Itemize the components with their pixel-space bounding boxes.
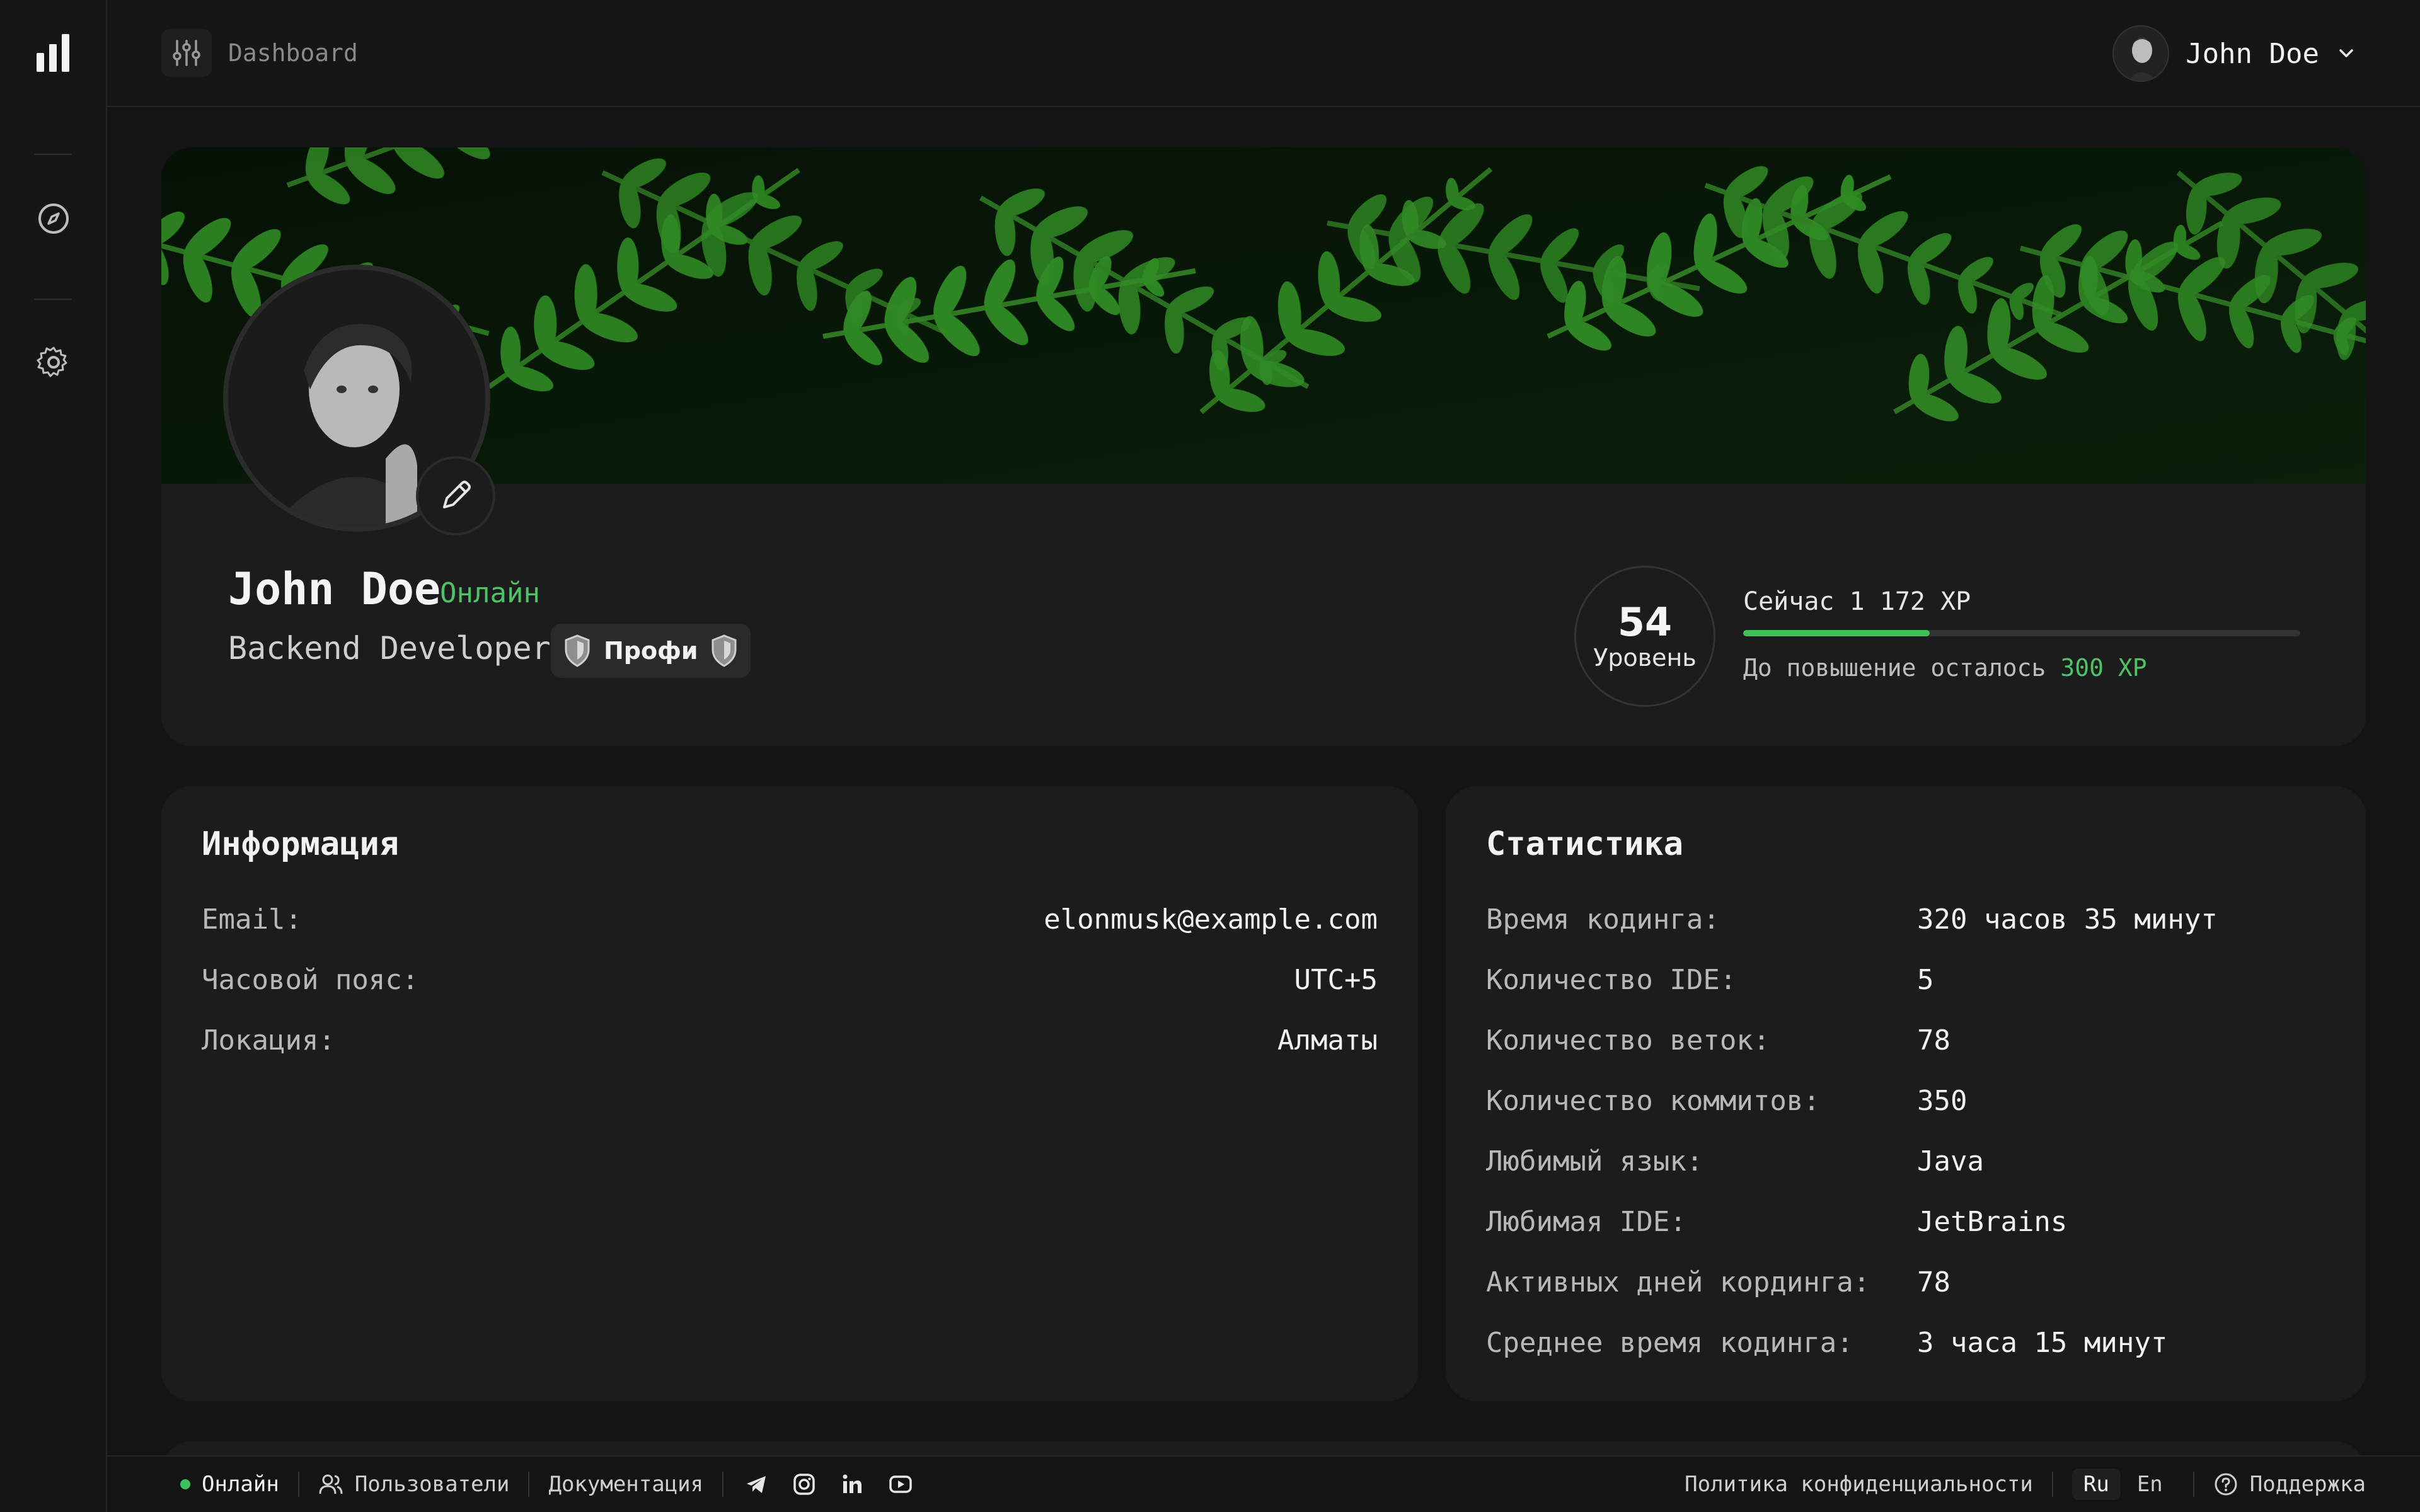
language-switcher: Ru En bbox=[2053, 1469, 2193, 1500]
stats-row: Активных дней кординга: 78 bbox=[1486, 1266, 1950, 1304]
shield-icon bbox=[565, 634, 590, 667]
sidebar-divider bbox=[35, 154, 71, 155]
info-value: UTC+5 bbox=[1294, 964, 1378, 996]
stats-title: Статистика bbox=[1486, 825, 1684, 863]
users-icon bbox=[319, 1474, 343, 1494]
xp-remaining: До повышение осталось 300 XP bbox=[1743, 654, 2147, 682]
stats-value: JetBrains bbox=[1917, 1206, 2068, 1238]
xp-progress-bar bbox=[1743, 630, 2300, 636]
stats-label: Любимая IDE: bbox=[1486, 1206, 1686, 1238]
xp-current: Сейчас 1 172 XP bbox=[1743, 587, 1971, 616]
profile-card: John Doe Онлайн Backend Developer Профи … bbox=[161, 147, 2366, 746]
info-label: Email: bbox=[202, 903, 302, 936]
stats-row: Среднее время кодинга: 3 часа 15 минут bbox=[1486, 1327, 2167, 1365]
stats-label: Количество веток: bbox=[1486, 1024, 1770, 1057]
sidebar bbox=[0, 0, 107, 1512]
stats-value: 5 bbox=[1917, 964, 1934, 996]
stats-label: Среднее время кодинга: bbox=[1486, 1327, 1853, 1359]
telegram-icon[interactable] bbox=[745, 1473, 768, 1496]
shield-icon bbox=[712, 634, 737, 667]
user-menu[interactable]: John Doe bbox=[2112, 25, 2357, 82]
chevron-down-icon bbox=[2339, 49, 2353, 57]
compass-icon[interactable] bbox=[37, 202, 71, 236]
users-label: Пользователи bbox=[354, 1472, 510, 1497]
stats-row: Любимая IDE: JetBrains bbox=[1486, 1206, 2067, 1244]
xp-remaining-value: 300 XP bbox=[2060, 654, 2147, 682]
profile-role: Backend Developer bbox=[228, 630, 551, 667]
online-dot bbox=[180, 1479, 190, 1489]
youtube-icon[interactable] bbox=[889, 1473, 913, 1496]
online-label: Онлайн bbox=[202, 1472, 279, 1497]
user-name: John Doe bbox=[2186, 37, 2319, 70]
info-row-location: Локация: Алматы bbox=[202, 1024, 1378, 1062]
stats-value: Java bbox=[1917, 1145, 1984, 1177]
sidebar-divider bbox=[35, 299, 71, 300]
topbar: Dashboard John Doe bbox=[107, 0, 2420, 107]
linkedin-icon[interactable] bbox=[841, 1473, 863, 1496]
instagram-icon[interactable] bbox=[793, 1473, 815, 1496]
info-label: Часовой пояс: bbox=[202, 964, 419, 996]
lang-ru[interactable]: Ru bbox=[2071, 1469, 2121, 1500]
footer-right: Политика конфиденциальности Ru En Поддер… bbox=[1666, 1456, 2366, 1512]
online-indicator: Онлайн bbox=[161, 1469, 298, 1500]
info-row-email: Email: elonmusk@example.com bbox=[202, 903, 1378, 941]
support-link[interactable]: Поддержка bbox=[2194, 1469, 2366, 1500]
privacy-label: Политика конфиденциальности bbox=[1685, 1472, 2033, 1497]
stats-value: 350 bbox=[1917, 1085, 1968, 1117]
edit-avatar-button[interactable] bbox=[416, 456, 495, 536]
question-circle-icon bbox=[2215, 1473, 2237, 1496]
social-links bbox=[723, 1473, 934, 1496]
stats-row: Количество веток: 78 bbox=[1486, 1024, 1950, 1062]
stats-label: Время кодинга: bbox=[1486, 903, 1720, 936]
level-number: 54 bbox=[1617, 598, 1673, 645]
level-indicator: 54 Уровень bbox=[1574, 566, 1715, 707]
info-value: elonmusk@example.com bbox=[1044, 903, 1378, 936]
online-status: Онлайн bbox=[440, 577, 540, 609]
stats-value: 3 часа 15 минут bbox=[1917, 1327, 2168, 1359]
footer: Онлайн Пользователи Документация Политик… bbox=[107, 1455, 2420, 1512]
docs-label: Документация bbox=[548, 1472, 704, 1497]
footer-left: Онлайн Пользователи Документация bbox=[161, 1456, 934, 1512]
stats-row: Любимый язык: Java bbox=[1486, 1145, 1984, 1183]
bar-chart-icon[interactable] bbox=[35, 34, 72, 72]
avatar bbox=[2112, 25, 2170, 82]
stats-card: Статистика Время кодинга: 320 часов 35 м… bbox=[1446, 786, 2366, 1401]
cover-image bbox=[161, 147, 2366, 484]
sliders-icon bbox=[173, 40, 200, 66]
stats-value: 320 часов 35 минут bbox=[1917, 903, 2218, 936]
info-row-timezone: Часовой пояс: UTC+5 bbox=[202, 964, 1378, 1002]
docs-link[interactable]: Документация bbox=[529, 1469, 722, 1500]
info-card: Информация Email: elonmusk@example.com Ч… bbox=[161, 786, 1418, 1401]
stats-label: Любимый язык: bbox=[1486, 1145, 1703, 1177]
gear-icon[interactable] bbox=[37, 345, 71, 379]
support-label: Поддержка bbox=[2249, 1472, 2366, 1497]
info-value: Алматы bbox=[1277, 1024, 1378, 1057]
xp-progress-fill bbox=[1743, 630, 1930, 636]
stats-label: Количество IDE: bbox=[1486, 964, 1737, 996]
users-link[interactable]: Пользователи bbox=[299, 1469, 529, 1500]
stats-label: Количество коммитов: bbox=[1486, 1085, 1820, 1117]
stats-row: Количество коммитов: 350 bbox=[1486, 1085, 1967, 1123]
level-label: Уровень bbox=[1593, 644, 1697, 672]
pencil-icon bbox=[443, 481, 471, 508]
privacy-link[interactable]: Политика конфиденциальности bbox=[1666, 1469, 2052, 1500]
page-title: Dashboard bbox=[228, 39, 358, 67]
stats-value: 78 bbox=[1917, 1024, 1950, 1057]
lang-en[interactable]: En bbox=[2126, 1469, 2174, 1500]
badge-label: Профи bbox=[604, 637, 698, 665]
info-title: Информация bbox=[202, 825, 400, 863]
stats-value: 78 bbox=[1917, 1266, 1950, 1298]
xp-remaining-label: До повышение осталось bbox=[1743, 654, 2061, 682]
profile-name: John Doe bbox=[228, 563, 441, 615]
stats-row: Количество IDE: 5 bbox=[1486, 964, 1934, 1002]
rank-badge: Профи bbox=[551, 624, 751, 678]
stats-row: Время кодинга: 320 часов 35 минут bbox=[1486, 903, 2218, 941]
filter-button[interactable] bbox=[161, 29, 212, 77]
info-label: Локация: bbox=[202, 1024, 335, 1057]
stats-label: Активных дней кординга: bbox=[1486, 1266, 1870, 1298]
